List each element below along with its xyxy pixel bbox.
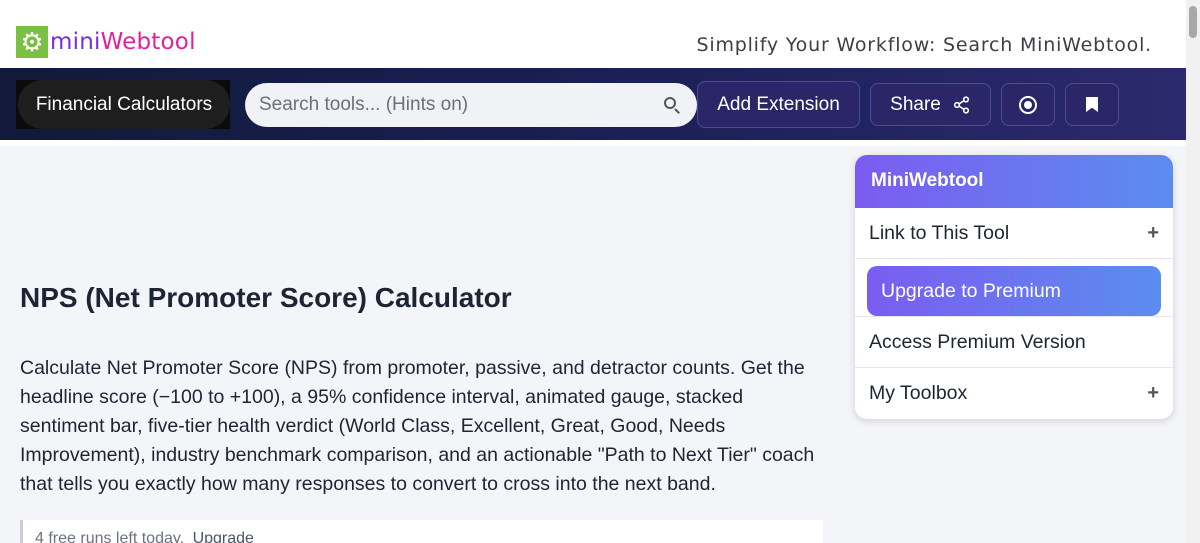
my-toolbox-label: My Toolbox: [869, 382, 968, 404]
bookmark-button[interactable]: [1065, 83, 1119, 126]
category-button[interactable]: Financial Calculators: [18, 80, 230, 129]
access-premium-row[interactable]: Access Premium Version: [855, 317, 1173, 368]
panel-title: MiniWebtool: [855, 155, 1173, 208]
category-wrapper: Financial Calculators: [16, 80, 230, 129]
share-label: Share: [890, 93, 941, 115]
page-title: NPS (Net Promoter Score) Calculator: [20, 282, 512, 313]
gear-icon: ⚙: [16, 26, 48, 58]
nav-bar: Financial Calculators Add Extension Shar…: [0, 68, 1186, 140]
bookmark-icon: [1086, 97, 1098, 112]
search-icon[interactable]: [661, 94, 683, 116]
record-button[interactable]: [1001, 83, 1055, 126]
tool-description: Calculate Net Promoter Score (NPS) from …: [20, 357, 815, 495]
search-box[interactable]: [245, 83, 697, 127]
my-toolbox-row[interactable]: My Toolbox +: [855, 368, 1173, 419]
search-input[interactable]: [259, 94, 661, 116]
runs-text: 4 free runs left today.: [35, 530, 185, 543]
free-runs-notice: 4 free runs left today. Upgrade: [20, 520, 823, 543]
side-panel: MiniWebtool Link to This Tool + Upgrade …: [855, 155, 1173, 419]
record-icon: [1019, 95, 1037, 114]
top-header: ⚙ miniWebtool Simplify Your Workflow: Se…: [0, 0, 1186, 68]
link-to-tool-row[interactable]: Link to This Tool +: [855, 208, 1173, 259]
scrollbar[interactable]: [1186, 0, 1200, 543]
tagline: Simplify Your Workflow: Search MiniWebto…: [696, 34, 1152, 56]
premium-row: Upgrade to Premium: [855, 259, 1173, 317]
access-premium-label: Access Premium Version: [869, 330, 1086, 353]
scrollbar-thumb[interactable]: [1189, 6, 1197, 38]
site-logo[interactable]: ⚙ miniWebtool: [16, 26, 196, 58]
upgrade-link[interactable]: Upgrade: [193, 530, 254, 543]
divider: [0, 140, 1186, 146]
share-icon: [953, 95, 969, 114]
upgrade-premium-button[interactable]: Upgrade to Premium: [867, 266, 1161, 316]
logo-text: miniWebtool: [50, 29, 196, 55]
plus-icon[interactable]: +: [1147, 222, 1159, 245]
share-button[interactable]: Share: [870, 83, 991, 126]
add-extension-button[interactable]: Add Extension: [697, 81, 860, 128]
link-to-tool-label: Link to This Tool: [869, 221, 1010, 244]
plus-icon[interactable]: +: [1147, 382, 1159, 405]
